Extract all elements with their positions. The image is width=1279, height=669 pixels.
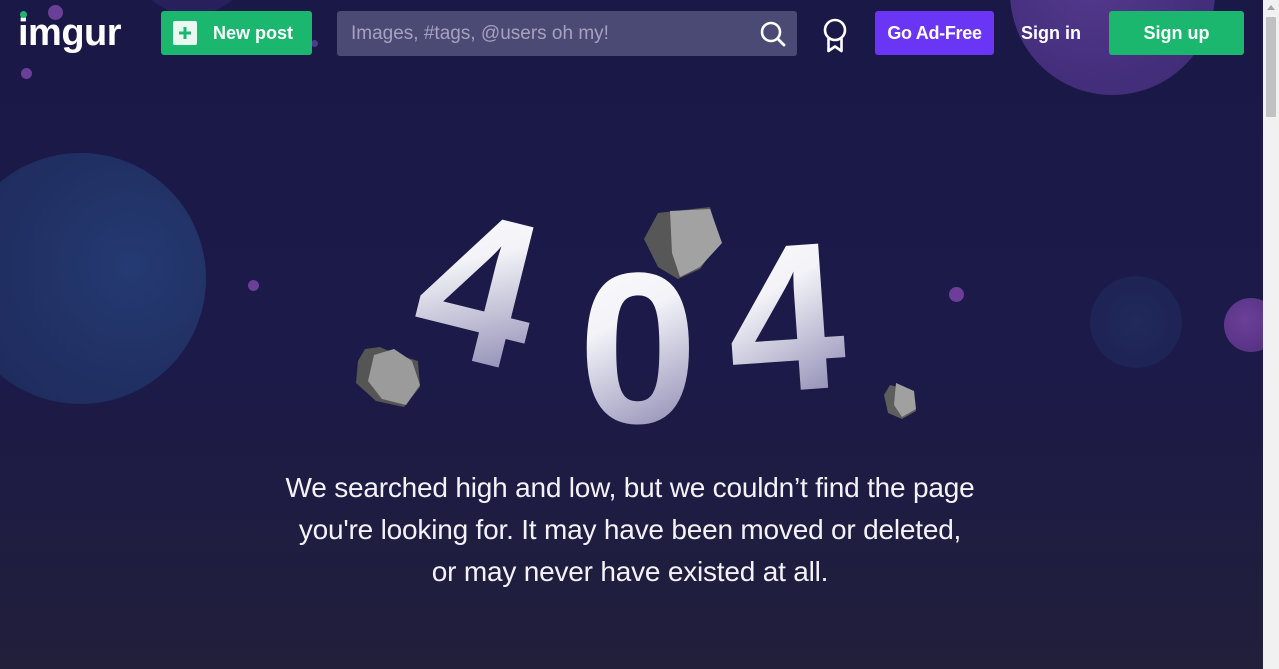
star-dot	[949, 287, 964, 302]
new-post-label: New post	[213, 22, 294, 43]
error-404-illustration: 404	[356, 195, 916, 430]
sign-up-button[interactable]: Sign up	[1109, 11, 1244, 55]
error-page: imgur New post Images, #tags, @users oh …	[0, 0, 1263, 669]
sign-in-link[interactable]: Sign in	[1010, 11, 1092, 55]
error-code-glyph: 4	[719, 197, 852, 430]
error-message-line: or may never have existed at all.	[431, 556, 829, 587]
logo-dot	[20, 11, 27, 18]
error-message: We searched high and low, but we couldn’…	[230, 467, 1030, 593]
error-message-line: We searched high and low, but we couldn’…	[285, 472, 975, 503]
search-icon[interactable]	[759, 20, 787, 48]
logo-text: imgur	[18, 11, 122, 54]
search-bar	[337, 11, 797, 56]
top-navbar: imgur New post Images, #tags, @users oh …	[0, 0, 1263, 68]
scrollbar-thumb[interactable]	[1266, 17, 1276, 117]
new-post-button[interactable]: New post	[161, 11, 312, 55]
planet-decoration	[1090, 276, 1182, 368]
imgur-logo[interactable]: imgur	[18, 11, 122, 55]
planet-decoration	[0, 153, 206, 404]
error-message-line: you're looking for. It may have been mov…	[298, 514, 962, 545]
search-input[interactable]	[337, 11, 747, 56]
planet-decoration	[1224, 298, 1263, 352]
star-dot	[21, 68, 32, 79]
plus-icon	[173, 21, 197, 45]
error-code-digit: 4	[719, 197, 852, 430]
scroll-up-arrow-icon[interactable]	[1267, 5, 1275, 10]
vertical-scrollbar[interactable]	[1263, 0, 1279, 669]
rock-decoration	[884, 383, 916, 419]
go-ad-free-button[interactable]: Go Ad-Free	[875, 11, 994, 55]
award-ribbon-icon[interactable]	[820, 16, 850, 56]
star-dot	[248, 280, 259, 291]
